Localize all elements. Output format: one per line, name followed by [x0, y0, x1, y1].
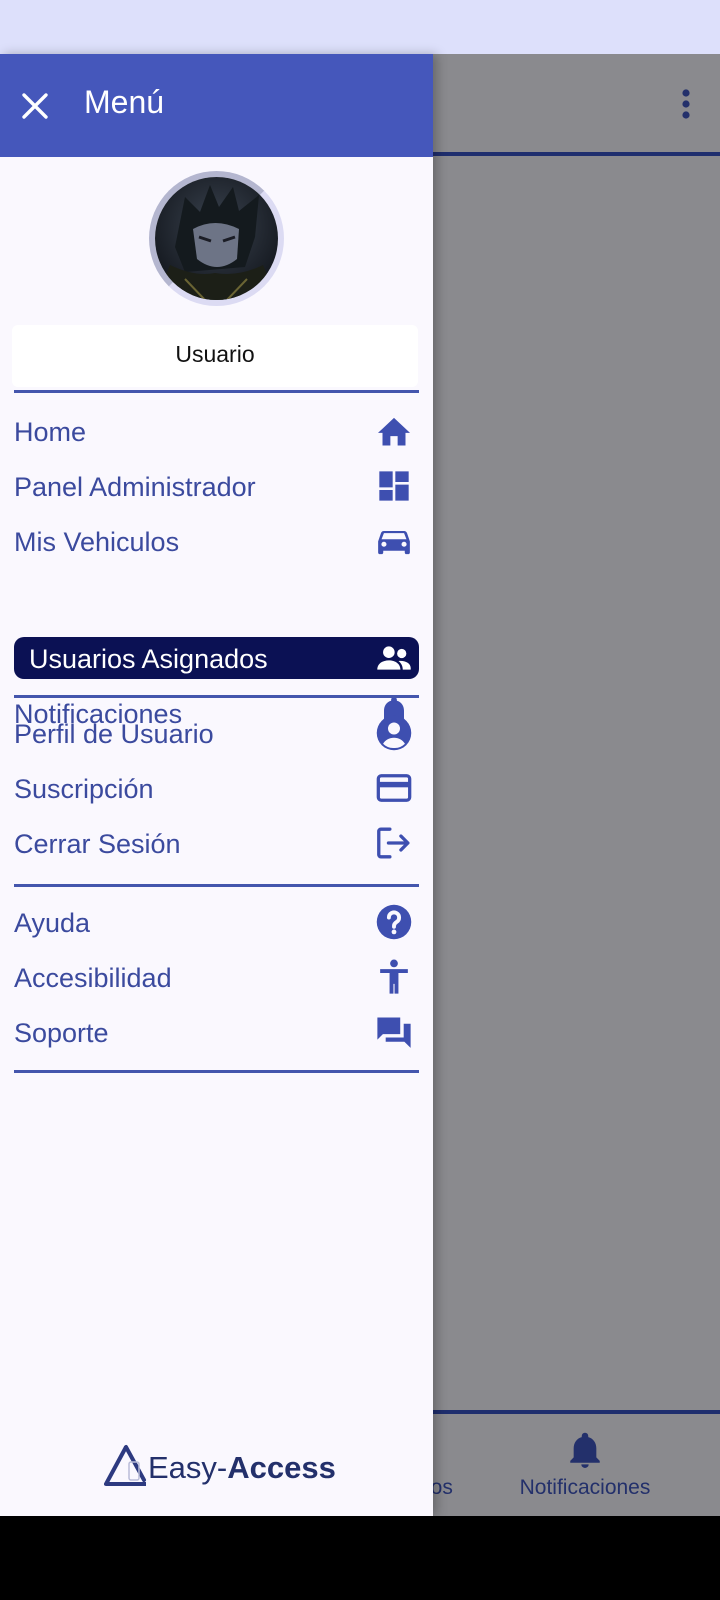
avatar[interactable] — [149, 171, 284, 306]
menu-divider — [14, 1070, 419, 1073]
menu-item-label: Suscripción — [14, 774, 154, 804]
drawer-title: Menú — [84, 84, 165, 120]
background-topbar-divider — [432, 152, 720, 156]
home-icon — [375, 412, 413, 450]
menu-divider — [14, 695, 419, 698]
menu-item-ayuda[interactable]: Ayuda — [14, 901, 419, 943]
menu-item-suscripcion[interactable]: Suscripción — [14, 767, 419, 809]
menu-item-label: Home — [14, 417, 87, 447]
logo-text-part1: Easy- — [148, 1450, 228, 1485]
menu-item-label: Usuarios Asignados — [29, 644, 268, 674]
bottom-nav-notifications-tab[interactable]: Notificaciones — [508, 1432, 662, 1502]
help-icon — [375, 903, 413, 941]
menu-item-label: Mis Vehiculos — [14, 527, 180, 557]
forum-icon — [375, 1013, 413, 1051]
drawer-header: Menú — [0, 54, 433, 157]
car-icon — [375, 522, 413, 560]
profile-picture — [155, 177, 278, 300]
menu-item-label: Soporte — [14, 1018, 109, 1048]
close-icon — [22, 93, 48, 119]
menu-item-accesibilidad[interactable]: Accesibilidad — [14, 956, 419, 998]
bell-icon — [570, 1432, 600, 1468]
bottom-nav-notifications-label: Notificaciones — [519, 1476, 651, 1499]
account-circle-icon — [375, 714, 413, 752]
menu-item-home[interactable]: Home — [14, 410, 419, 452]
menu-item-soporte[interactable]: Soporte — [14, 1011, 419, 1053]
accessibility-icon — [375, 958, 413, 996]
status-bar — [0, 0, 720, 54]
easy-access-logo: Easy-Access — [104, 1444, 344, 1494]
menu-divider — [14, 884, 419, 887]
menu-item-panel-administrador[interactable]: Panel Administrador — [14, 465, 419, 507]
logo-text-part2: Access — [227, 1450, 336, 1485]
menu-item-label: Cerrar Sesión — [14, 829, 181, 859]
logout-icon — [375, 824, 413, 862]
menu-item-usuarios-asignados[interactable]: Usuarios Asignados — [14, 637, 419, 679]
close-drawer-button[interactable] — [12, 78, 58, 134]
logo-text: Easy-Access — [148, 1450, 336, 1486]
menu-item-mis-vehiculos[interactable]: Mis Vehiculos — [14, 520, 419, 562]
menu-item-label: Panel Administrador — [14, 472, 256, 502]
menu-item-perfil-de-usuario[interactable]: Perfil de Usuario — [14, 712, 419, 754]
username-box: Usuario — [12, 325, 418, 387]
menu-item-cerrar-sesion[interactable]: Cerrar Sesión — [14, 822, 419, 864]
menu-item-label: Perfil de Usuario — [14, 719, 214, 749]
more-vert-icon[interactable] — [668, 86, 704, 122]
system-navigation-bar — [0, 1516, 720, 1600]
menu-divider — [14, 390, 419, 393]
menu-item-label: Ayuda — [14, 908, 91, 938]
credit-card-icon — [375, 769, 413, 807]
people-icon — [375, 639, 413, 677]
username: Usuario — [175, 341, 255, 367]
dashboard-icon — [375, 467, 413, 505]
navigation-drawer: Menú Usuario Home Panel Administrador Mi… — [0, 54, 433, 1516]
menu-item-label: Accesibilidad — [14, 963, 172, 993]
logo-triangle-icon — [104, 1445, 146, 1486]
